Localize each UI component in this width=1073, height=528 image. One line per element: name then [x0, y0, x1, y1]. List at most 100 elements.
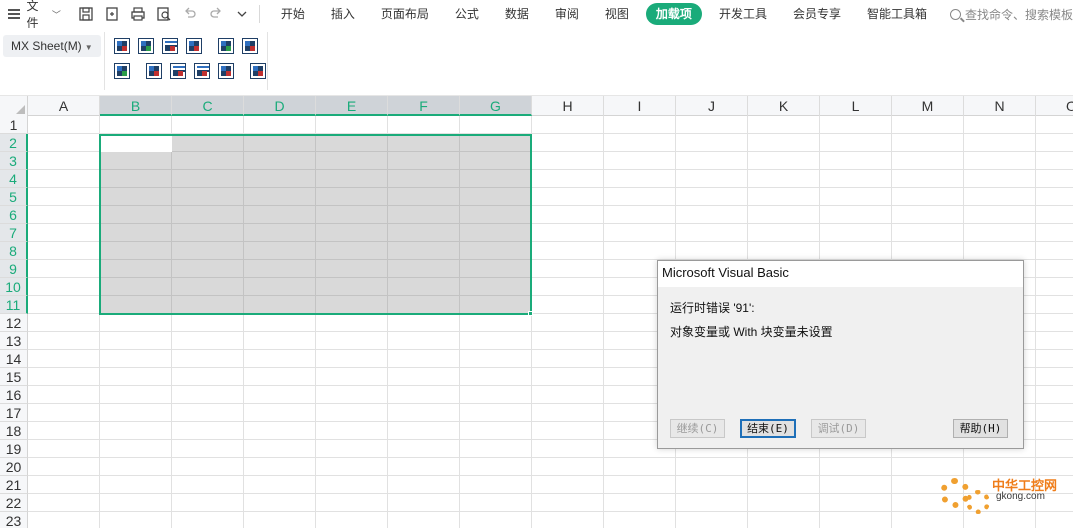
ribbon-tabs: 开始 插入 页面布局 公式 数据 审阅 视图 加载项 开发工具 会员专享 智能工… [268, 3, 940, 25]
row-header-4[interactable]: 4 [0, 170, 28, 188]
addin-edit-icon[interactable] [242, 38, 258, 54]
quick-access-dropdown[interactable] [231, 3, 253, 25]
tab-smart-toolbox[interactable]: 智能工具箱 [854, 3, 940, 25]
error-message-code: 运行时错误 '91': [670, 301, 755, 315]
row-gridline [28, 511, 1073, 512]
column-header-i[interactable]: I [604, 96, 676, 116]
print-icon [131, 7, 145, 21]
column-header-h[interactable]: H [532, 96, 604, 116]
selection-column-line [459, 136, 460, 313]
row-header-13[interactable]: 13 [0, 332, 28, 350]
tab-add-ins[interactable]: 加载项 [645, 3, 702, 25]
chevron-down-icon [237, 11, 247, 17]
addin-calendar-icon[interactable] [170, 63, 186, 79]
addin-delete-icon[interactable] [218, 63, 234, 79]
addin-grid-icon[interactable] [138, 38, 154, 54]
row-header-20[interactable]: 20 [0, 458, 28, 476]
row-header-9[interactable]: 9 [0, 260, 28, 278]
row-header-1[interactable]: 1 [0, 116, 28, 134]
row-header-8[interactable]: 8 [0, 242, 28, 260]
column-header-b[interactable]: B [100, 96, 172, 116]
continue-button[interactable]: 继续(C) [670, 419, 725, 438]
column-gridline [1035, 116, 1036, 528]
command-search[interactable]: 查找命令、搜索模板 [949, 6, 1073, 23]
selection-row-line [101, 187, 530, 188]
row-header-17[interactable]: 17 [0, 404, 28, 422]
column-header-c[interactable]: C [172, 96, 244, 116]
fill-handle[interactable] [528, 311, 533, 316]
tab-home[interactable]: 开始 [268, 3, 318, 25]
addin-form-icon[interactable] [194, 63, 210, 79]
row-header-16[interactable]: 16 [0, 386, 28, 404]
row-header-6[interactable]: 6 [0, 206, 28, 224]
tab-data[interactable]: 数据 [492, 3, 542, 25]
row-header-12[interactable]: 12 [0, 314, 28, 332]
row-header-14[interactable]: 14 [0, 350, 28, 368]
debug-button[interactable]: 调试(D) [811, 419, 866, 438]
addin-table-icon[interactable] [114, 38, 130, 54]
addin-image-icon[interactable] [146, 63, 162, 79]
tab-developer[interactable]: 开发工具 [706, 3, 780, 25]
row-header-21[interactable]: 21 [0, 476, 28, 494]
column-header-k[interactable]: K [748, 96, 820, 116]
end-button[interactable]: 结束(E) [740, 419, 796, 438]
selection-column-line [315, 136, 316, 313]
select-all-corner[interactable] [0, 96, 28, 116]
row-header-7[interactable]: 7 [0, 224, 28, 242]
addin-picture-icon[interactable] [114, 63, 130, 79]
column-header-g[interactable]: G [460, 96, 532, 116]
row-header-18[interactable]: 18 [0, 422, 28, 440]
selection-row-line [101, 277, 530, 278]
row-header-22[interactable]: 22 [0, 494, 28, 512]
row-header-15[interactable]: 15 [0, 368, 28, 386]
print-preview-button[interactable] [153, 3, 175, 25]
selection-row-line [101, 259, 530, 260]
tab-page-layout[interactable]: 页面布局 [368, 3, 442, 25]
column-header-l[interactable]: L [820, 96, 892, 116]
redo-icon [210, 7, 221, 18]
selection-row-line [101, 169, 530, 170]
mx-sheet-label: MX Sheet(M) [11, 39, 82, 53]
undo-button[interactable] [179, 3, 201, 25]
selection-column-line [387, 136, 388, 313]
active-cell[interactable] [101, 136, 172, 152]
tab-membership[interactable]: 会员专享 [780, 3, 854, 25]
row-header-23[interactable]: 23 [0, 512, 28, 528]
help-button[interactable]: 帮助(H) [953, 419, 1008, 438]
column-header-m[interactable]: M [892, 96, 964, 116]
column-header-o[interactable]: O [1036, 96, 1073, 116]
column-header-e[interactable]: E [316, 96, 388, 116]
row-header-2[interactable]: 2 [0, 134, 28, 152]
redo-button[interactable] [205, 3, 227, 25]
tab-insert[interactable]: 插入 [318, 3, 368, 25]
column-header-d[interactable]: D [244, 96, 316, 116]
export-icon [106, 7, 118, 21]
column-header-n[interactable]: N [964, 96, 1036, 116]
column-header-f[interactable]: F [388, 96, 460, 116]
column-header-a[interactable]: A [28, 96, 100, 116]
save-button[interactable] [75, 3, 97, 25]
addin-save-icon[interactable] [218, 38, 234, 54]
ribbon-divider [104, 32, 105, 90]
row-gridline [28, 457, 1073, 458]
tab-formulas[interactable]: 公式 [442, 3, 492, 25]
row-header-3[interactable]: 3 [0, 152, 28, 170]
selection-row-line [101, 295, 530, 296]
export-button[interactable] [101, 3, 123, 25]
row-header-5[interactable]: 5 [0, 188, 28, 206]
tab-review[interactable]: 审阅 [542, 3, 592, 25]
file-menu-button[interactable]: 文件 ﹀ [0, 0, 67, 30]
file-menu-label: 文件 [26, 0, 39, 30]
addin-chart-icon[interactable] [186, 38, 202, 54]
row-header-10[interactable]: 10 [0, 278, 28, 296]
vba-error-dialog: Microsoft Visual Basic 运行时错误 '91': 对象变量或… [657, 260, 1024, 449]
row-header-11[interactable]: 11 [0, 296, 28, 314]
addin-list-icon[interactable] [162, 38, 178, 54]
selection-column-line [171, 136, 172, 313]
print-button[interactable] [127, 3, 149, 25]
row-header-19[interactable]: 19 [0, 440, 28, 458]
tab-view[interactable]: 视图 [592, 3, 642, 25]
mx-sheet-menu-button[interactable]: MX Sheet(M) ▼ [3, 35, 101, 57]
column-header-j[interactable]: J [676, 96, 748, 116]
addin-book-icon[interactable] [250, 63, 266, 79]
